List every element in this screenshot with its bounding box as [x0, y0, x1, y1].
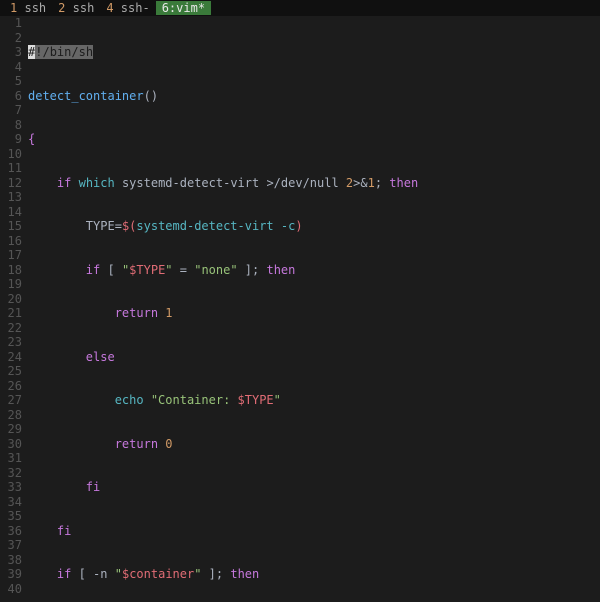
line-number: 24 [0, 350, 22, 365]
code-line: detect_container() [28, 89, 600, 104]
line-number: 27 [0, 393, 22, 408]
line-number: 16 [0, 234, 22, 249]
code-line: TYPE=$(systemd-detect-virt -c) [28, 219, 600, 234]
line-number: 23 [0, 335, 22, 350]
line-number: 32 [0, 466, 22, 481]
line-number: 13 [0, 190, 22, 205]
line-number: 2 [0, 31, 22, 46]
line-number: 30 [0, 437, 22, 452]
line-number: 29 [0, 422, 22, 437]
code-line: return 0 [28, 437, 600, 452]
line-number: 28 [0, 408, 22, 423]
line-number: 7 [0, 103, 22, 118]
line-number: 39 [0, 567, 22, 582]
line-number: 9 [0, 132, 22, 147]
code-line: fi [28, 480, 600, 495]
code-line: if [ -n "$container" ]; then [28, 567, 600, 582]
line-number: 10 [0, 147, 22, 162]
line-number: 4 [0, 60, 22, 75]
vim-editor[interactable]: 1234567891011121314151617181920212223242… [0, 16, 600, 602]
line-number: 6 [0, 89, 22, 104]
line-number: 14 [0, 205, 22, 220]
code-line: fi [28, 524, 600, 539]
line-number: 5 [0, 74, 22, 89]
line-number-gutter: 1234567891011121314151617181920212223242… [0, 16, 28, 596]
line-number: 1 [0, 16, 22, 31]
code-line: if [ "$TYPE" = "none" ]; then [28, 263, 600, 278]
line-number: 40 [0, 582, 22, 597]
tmux-tab-6-active[interactable]: 6:vim* [156, 1, 211, 16]
tmux-tab-1[interactable]: 1 ssh [4, 1, 52, 16]
tmux-tab-4[interactable]: 4 ssh- [100, 1, 155, 16]
line-number: 12 [0, 176, 22, 191]
tmux-tab-2[interactable]: 2 ssh [52, 1, 100, 16]
line-number: 21 [0, 306, 22, 321]
line-number: 36 [0, 524, 22, 539]
line-number: 11 [0, 161, 22, 176]
code-line: if which systemd-detect-virt >/dev/null … [28, 176, 600, 191]
line-number: 35 [0, 509, 22, 524]
line-number: 38 [0, 553, 22, 568]
line-number: 34 [0, 495, 22, 510]
line-number: 31 [0, 451, 22, 466]
line-number: 20 [0, 292, 22, 307]
code-line: else [28, 350, 600, 365]
line-number: 33 [0, 480, 22, 495]
tmux-tabbar: 1 ssh 2 ssh 4 ssh- 6:vim* [0, 0, 600, 16]
code-line: #!/bin/sh [28, 45, 600, 60]
code-line: { [28, 132, 600, 147]
line-number: 37 [0, 538, 22, 553]
code-line: echo "Container: $TYPE" [28, 393, 600, 408]
line-number: 8 [0, 118, 22, 133]
line-number: 22 [0, 321, 22, 336]
line-number: 19 [0, 277, 22, 292]
line-number: 25 [0, 364, 22, 379]
line-number: 26 [0, 379, 22, 394]
line-number: 17 [0, 248, 22, 263]
code-line: return 1 [28, 306, 600, 321]
code-area[interactable]: #!/bin/sh detect_container() { if which … [28, 16, 600, 602]
line-number: 3 [0, 45, 22, 60]
line-number: 18 [0, 263, 22, 278]
line-number: 15 [0, 219, 22, 234]
